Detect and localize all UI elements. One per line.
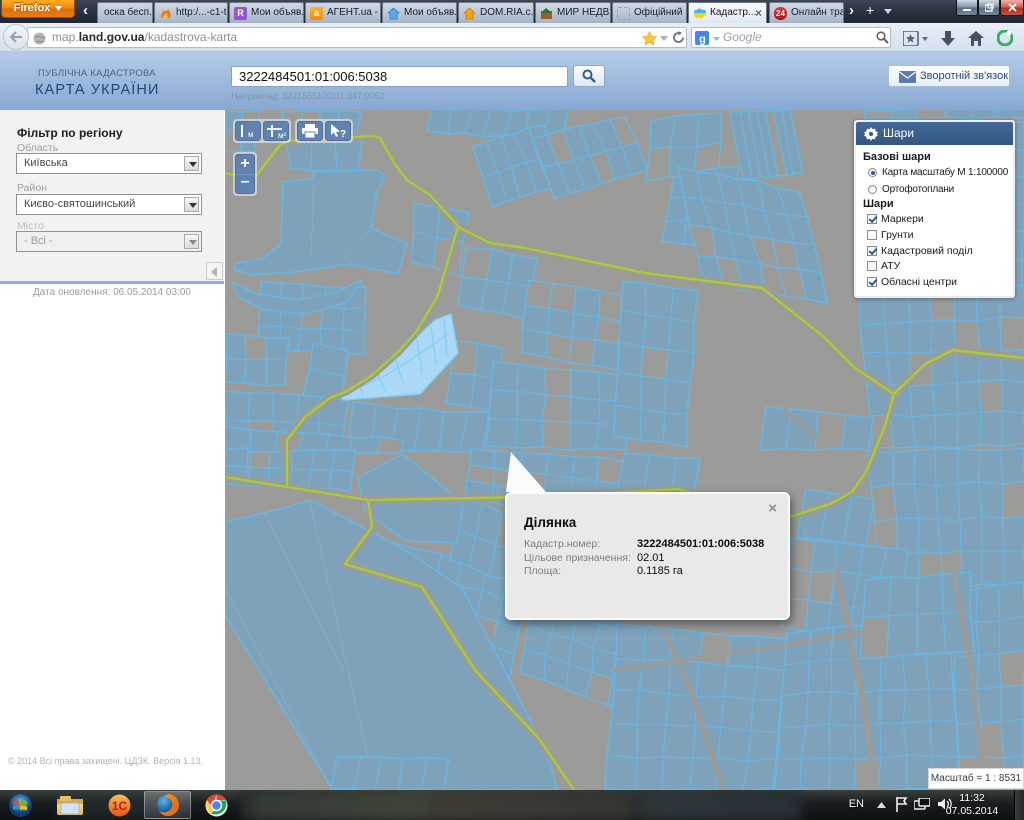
svg-text:?: ?	[340, 129, 346, 139]
svg-text:g: g	[699, 34, 706, 46]
svg-text:1С: 1С	[112, 799, 128, 813]
svg-text:м²: м²	[278, 131, 287, 139]
svg-text:м: м	[248, 130, 254, 138]
